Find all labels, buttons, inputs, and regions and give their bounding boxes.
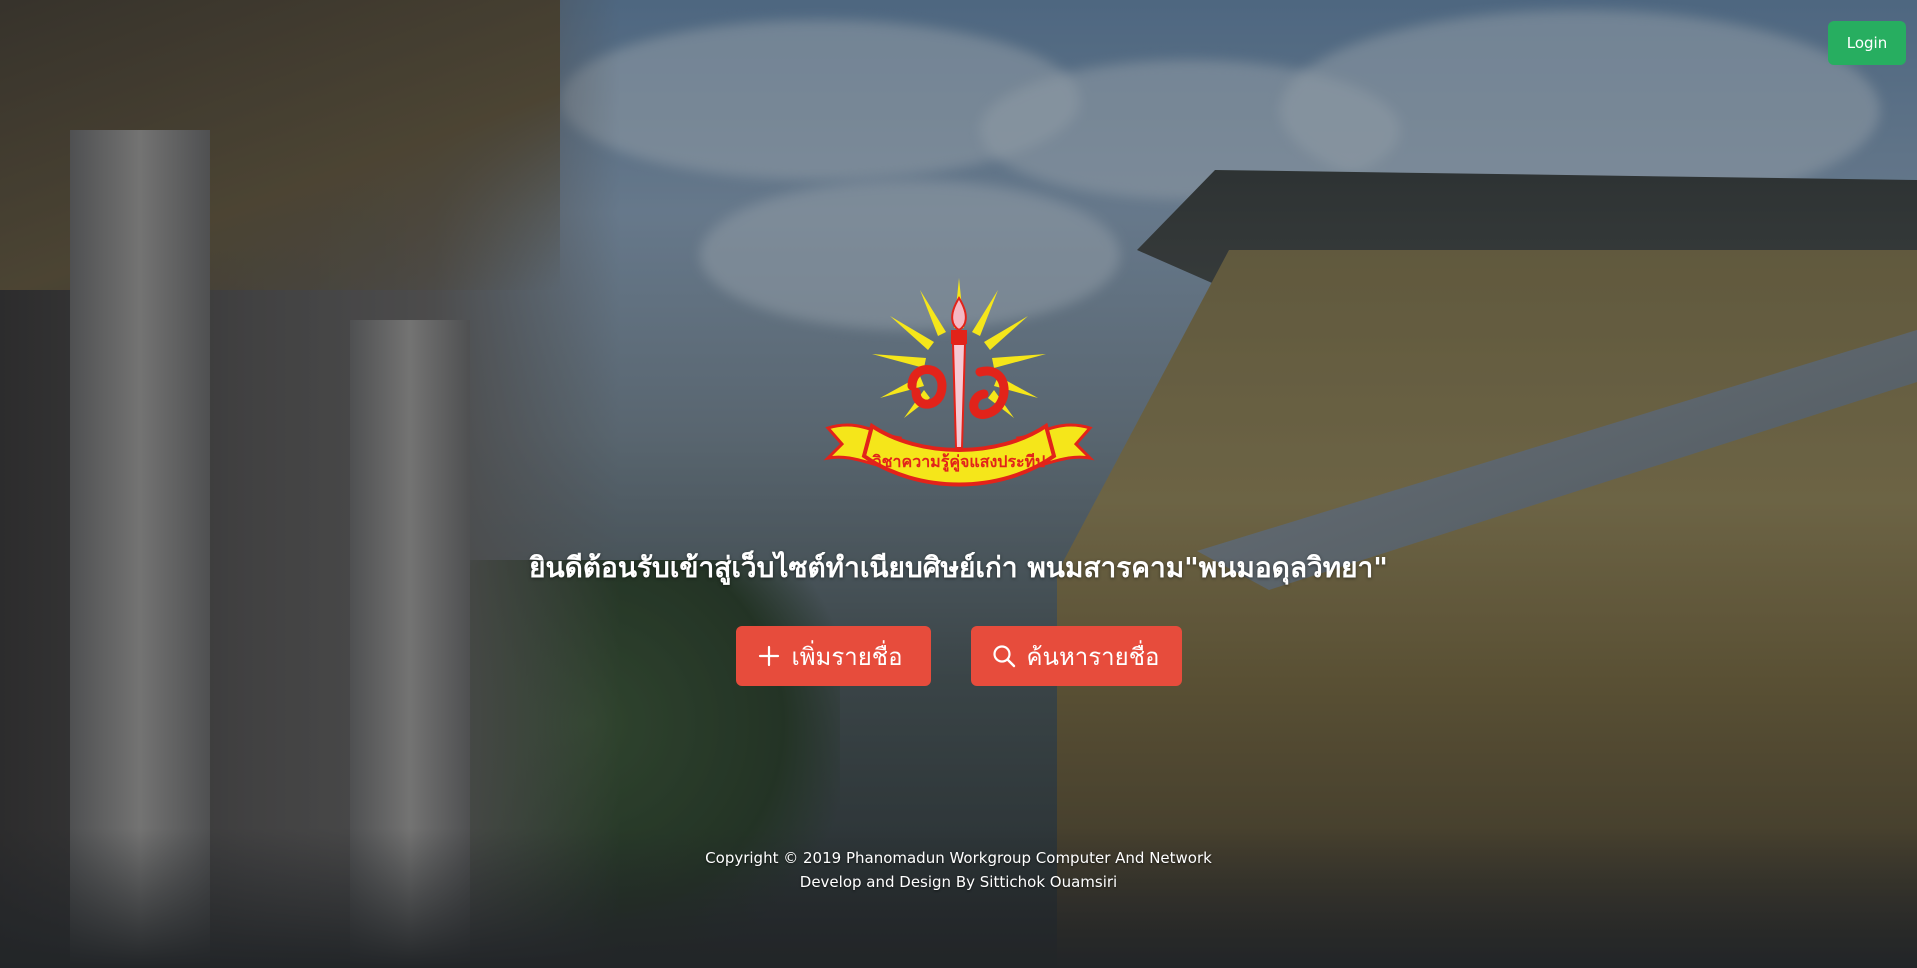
login-button[interactable]: Login xyxy=(1828,21,1906,65)
search-name-label: ค้นหารายชื่อ xyxy=(1026,642,1160,671)
search-name-button[interactable]: ค้นหารายชื่อ xyxy=(970,626,1182,686)
logo-motto: วิชาความรู้คู่จแสงประทีป xyxy=(872,452,1046,473)
search-icon xyxy=(991,643,1017,669)
action-buttons: เพิ่มรายชื่อ ค้นหารายชื่อ xyxy=(0,626,1917,686)
add-name-button[interactable]: เพิ่มรายชื่อ xyxy=(735,626,931,686)
credit-text: Develop and Design By Sittichok Ouamsiri xyxy=(799,873,1118,891)
welcome-heading: ยินดีต้อนรับเข้าสู่เว็บไซต์ทำเนียบศิษย์เ… xyxy=(529,551,1388,584)
torch-icon xyxy=(951,296,967,449)
add-name-label: เพิ่มรายชื่อ xyxy=(791,642,903,671)
plus-icon xyxy=(756,643,782,669)
footer: Copyright © 2019 Phanomadun Workgroup Co… xyxy=(0,846,1917,894)
copyright-text: Copyright © 2019 Phanomadun Workgroup Co… xyxy=(705,849,1212,867)
school-logo: วิชาความรู้คู่จแสงประทีป xyxy=(823,278,1095,487)
